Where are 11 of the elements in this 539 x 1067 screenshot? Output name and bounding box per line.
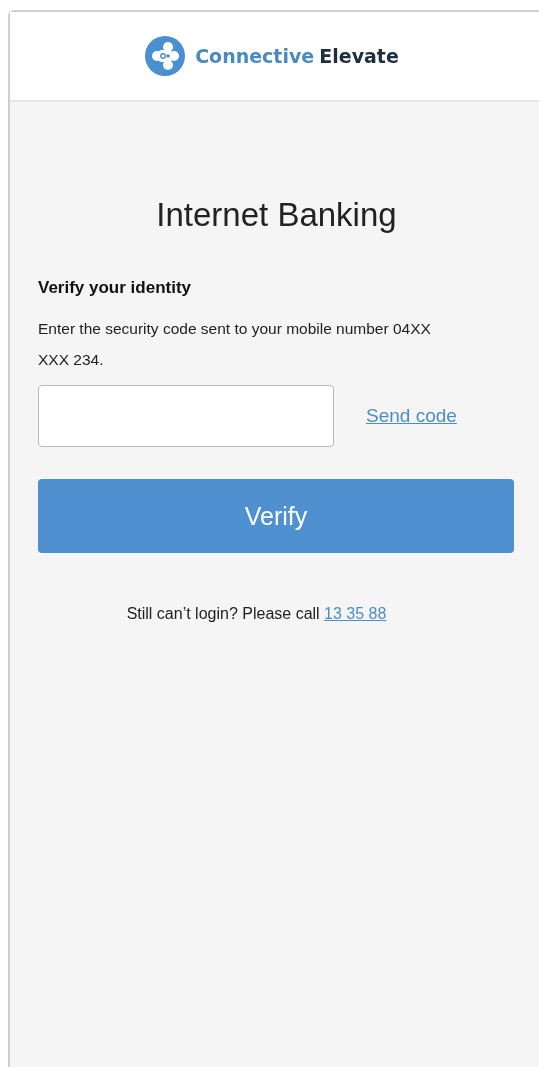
help-text: Still can’t login? Please call 13 35 88 bbox=[125, 605, 388, 623]
phone-link[interactable]: 13 35 88 bbox=[324, 605, 387, 622]
verify-button[interactable]: Verify bbox=[38, 479, 514, 553]
send-code-link[interactable]: Send code bbox=[366, 405, 457, 427]
brand-name: Elevate bbox=[319, 45, 399, 67]
brand-name: Connective bbox=[195, 45, 315, 67]
page-title: Internet Banking bbox=[155, 196, 398, 234]
section-heading: Verify your identity bbox=[38, 278, 193, 298]
logo-icon bbox=[145, 36, 186, 76]
code-input-field[interactable] bbox=[38, 385, 334, 447]
instruction-text: Enter the security code sent to your mobile number 04XX XXX 234. bbox=[38, 319, 432, 370]
